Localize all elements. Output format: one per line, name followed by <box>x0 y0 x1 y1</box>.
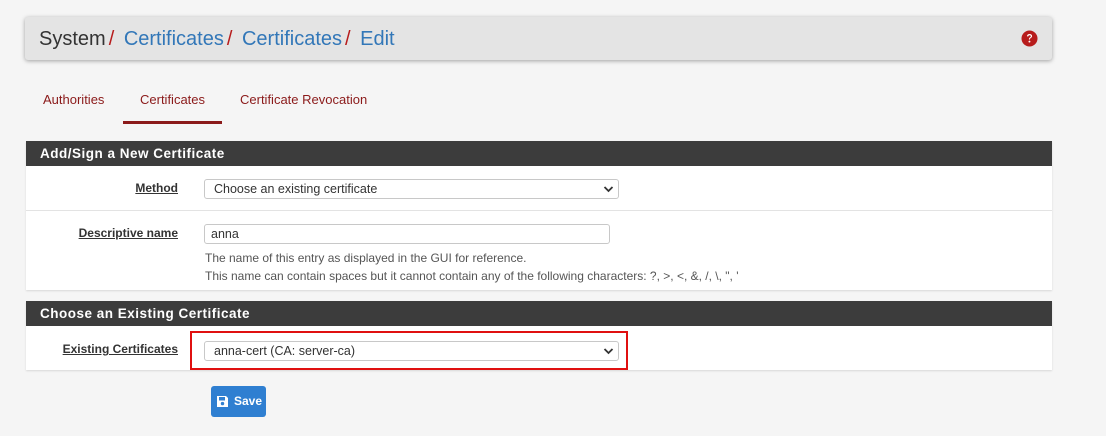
save-button-label: Save <box>234 394 263 408</box>
breadcrumb-separator: / <box>345 28 351 50</box>
tab-certificate-revocation[interactable]: Certificate Revocation <box>240 88 367 121</box>
method-select[interactable]: Choose an existing certificate <box>204 179 619 199</box>
descriptive-name-input[interactable]: anna <box>204 224 610 244</box>
method-select-value: Choose an existing certificate <box>214 182 378 196</box>
method-label: Method <box>135 181 178 195</box>
descriptive-name-help-2: This name can contain spaces but it cann… <box>205 269 739 283</box>
breadcrumb-separator: / <box>108 28 115 50</box>
breadcrumb-certificates-1[interactable]: Certificates <box>124 28 224 50</box>
tab-certificates[interactable]: Certificates <box>123 88 223 124</box>
descriptive-name-help-1: The name of this entry as displayed in t… <box>205 251 527 265</box>
save-icon <box>217 396 228 407</box>
page-header: System / Certificates / Certificates / Edit <box>25 17 1052 60</box>
descriptive-name-label: Descriptive name <box>78 226 178 240</box>
descriptive-name-row: Descriptive name anna The name of this e… <box>26 211 1052 290</box>
save-button[interactable]: Save <box>211 386 266 417</box>
panel-title: Add/Sign a New Certificate <box>26 141 1052 166</box>
breadcrumb-edit[interactable]: Edit <box>360 28 394 50</box>
panel-add-certificate: Add/Sign a New Certificate Method Choose… <box>26 141 1052 290</box>
breadcrumb-certificates-2[interactable]: Certificates <box>242 28 342 50</box>
question-circle-icon[interactable] <box>1021 30 1038 47</box>
tab-authorities[interactable]: Authorities <box>43 88 104 121</box>
panel-title: Choose an Existing Certificate <box>26 301 1052 326</box>
breadcrumb: System / Certificates / Certificates / Edit <box>39 27 395 51</box>
chevron-down-icon <box>603 186 614 193</box>
existing-certificates-label: Existing Certificates <box>62 342 178 356</box>
breadcrumb-separator: / <box>226 28 233 50</box>
method-row: Method Choose an existing certificate <box>26 166 1052 211</box>
breadcrumb-system: System <box>39 28 106 50</box>
highlight-box <box>190 331 628 370</box>
